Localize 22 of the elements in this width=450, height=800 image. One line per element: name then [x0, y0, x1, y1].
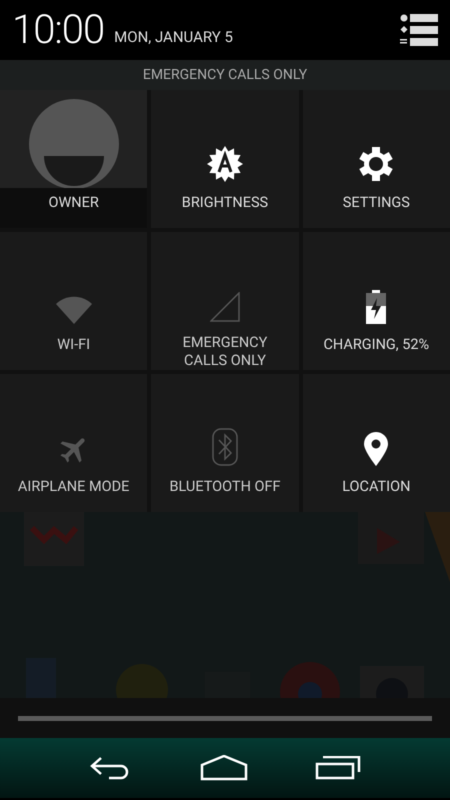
drag-handle[interactable] [18, 716, 432, 720]
signal-icon [210, 292, 240, 322]
quick-setting-tile[interactable]: EMERGENCY CALLS ONLY [151, 232, 299, 370]
battery-charging-icon [366, 290, 386, 324]
wifi-icon [56, 296, 92, 324]
quick-setting-tile[interactable]: SETTINGS [302, 90, 450, 228]
settings-icon [358, 146, 394, 182]
user-tile[interactable]: OWNER [0, 90, 148, 228]
clock-time: 10:00 [12, 10, 104, 50]
bluetooth-icon [212, 428, 238, 466]
date-label: MON, JANUARY 5 [114, 28, 233, 46]
location-pin-icon [364, 432, 388, 466]
carrier-label: EMERGENCY CALLS ONLY [142, 67, 308, 83]
quick-setting-tile[interactable]: WI-FI [0, 232, 148, 370]
quick-setting-tile[interactable]: BLUETOOTH OFF [151, 374, 299, 512]
notifications-list-icon[interactable] [400, 14, 438, 46]
brightness-icon [206, 146, 243, 182]
quick-setting-tile[interactable]: LOCATION [302, 374, 450, 512]
avatar-icon [28, 98, 120, 190]
quick-setting-tile[interactable]: AIRPLANE MODE [0, 374, 148, 512]
quick-setting-tile[interactable]: BRIGHTNESS [151, 90, 299, 228]
quick-setting-tile[interactable]: CHARGING, 52% [302, 232, 450, 370]
